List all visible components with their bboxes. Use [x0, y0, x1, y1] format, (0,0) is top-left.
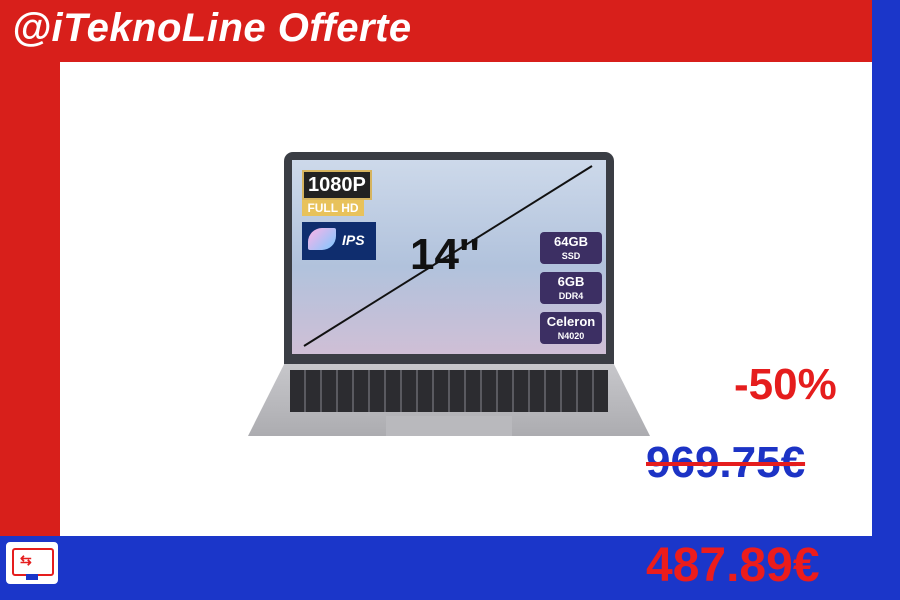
monitor-stand — [26, 574, 38, 580]
brand-title: @iTeknoLine Offerte — [12, 6, 412, 50]
full-hd-badge: FULL HD — [302, 200, 364, 216]
monitor-shape — [12, 548, 54, 576]
spec-storage-type: SSD — [561, 251, 581, 261]
screen-size-label: 14'' — [410, 230, 480, 279]
product-image-laptop: 1080P FULL HD IPS 14'' 64GB SSD 6GB DDR4… — [248, 152, 650, 447]
ips-badge: IPS — [302, 222, 376, 260]
ips-label: IPS — [342, 232, 365, 248]
spec-cpu: Celeron N4020 — [540, 312, 602, 344]
spec-cpu-value: Celeron — [546, 314, 596, 329]
original-price: 969.75€ — [646, 438, 806, 487]
usb-symbol-icon: ⇆ — [20, 552, 32, 568]
laptop-lid: 1080P FULL HD IPS 14'' 64GB SSD 6GB DDR4… — [284, 152, 614, 366]
left-border — [0, 0, 60, 540]
ips-logo-icon — [308, 228, 336, 250]
spec-cpu-model: N4020 — [557, 331, 585, 341]
spec-memory: 6GB DDR4 — [540, 272, 602, 304]
spec-memory-type: DDR4 — [558, 291, 584, 301]
laptop-touchpad — [386, 416, 512, 436]
laptop-base — [248, 364, 650, 436]
resolution-badge: 1080P — [302, 170, 372, 200]
spec-memory-value: 6GB — [557, 274, 585, 289]
laptop-keyboard — [290, 370, 608, 412]
spec-storage-value: 64GB — [554, 234, 588, 249]
spec-storage: 64GB SSD — [540, 232, 602, 264]
discount-label: -50% — [734, 360, 837, 409]
sale-price: 487.89€ — [646, 539, 820, 592]
usb-monitor-icon: ⇆ — [4, 540, 60, 586]
laptop-screen: 1080P FULL HD IPS 14'' 64GB SSD 6GB DDR4… — [292, 160, 606, 354]
right-border — [872, 0, 900, 600]
